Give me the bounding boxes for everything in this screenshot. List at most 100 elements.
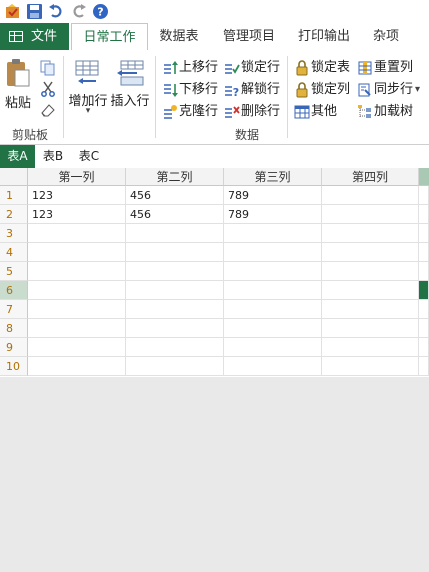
copy-icon[interactable] [40,60,56,76]
row-header[interactable]: 1 [0,186,28,205]
grid-cell[interactable]: 456 [126,186,224,205]
grid-cell[interactable] [322,281,419,300]
data-group-label: 数据 [235,128,260,142]
paste-button[interactable]: 粘贴 [3,56,33,116]
grid-cell[interactable] [224,319,322,338]
row-header[interactable]: 4 [0,243,28,262]
row-header[interactable]: 9 [0,338,28,357]
grid-cell-partial[interactable] [419,262,429,281]
sync-row-icon [357,82,373,98]
grid-cell[interactable] [322,262,419,281]
sheet-tab-b[interactable]: 表B [38,145,68,168]
row-header[interactable]: 3 [0,224,28,243]
app-icon[interactable] [4,3,21,20]
paste-icon [7,59,30,87]
grid-cell[interactable] [126,319,224,338]
grid-cell[interactable]: 789 [224,205,322,224]
grid-cell-partial[interactable] [419,186,429,205]
grid-cell[interactable] [28,319,126,338]
dropdown-arrow-icon[interactable]: ▾ [415,80,420,100]
grid-cell[interactable] [126,281,224,300]
column-header[interactable]: 第二列 [126,168,224,186]
grid-cell[interactable] [126,300,224,319]
grid-cell[interactable] [224,338,322,357]
grid-cell-partial[interactable] [419,243,429,262]
grid-cell[interactable] [224,357,322,376]
help-icon[interactable]: ? [92,3,109,20]
tab-datasheet[interactable]: 数据表 [155,23,203,50]
grid-cell-partial[interactable] [419,300,429,319]
row-header[interactable]: 7 [0,300,28,319]
delete-row-icon [224,104,240,120]
grid-cell[interactable]: 123 [28,205,126,224]
grid-cell-partial[interactable] [419,205,429,224]
insert-row-button[interactable]: 插入行 [110,56,150,122]
selected-row-marker[interactable] [419,281,429,300]
grid-cell[interactable] [224,262,322,281]
grid-cell[interactable]: 456 [126,205,224,224]
add-row-icon [75,60,99,84]
tab-daily-work[interactable]: 日常工作 [71,23,148,52]
tab-print-output[interactable]: 打印输出 [293,23,355,50]
redo-icon[interactable] [70,3,87,20]
grid-cell[interactable] [322,338,419,357]
column-header[interactable]: 第三列 [224,168,322,186]
grid-cell[interactable] [322,243,419,262]
grid-cell[interactable] [322,319,419,338]
grid-cell[interactable] [322,224,419,243]
row-header[interactable]: 2 [0,205,28,224]
grid-cell[interactable] [28,281,126,300]
grid-cell[interactable] [126,262,224,281]
grid-cell[interactable] [322,300,419,319]
grid-cell-partial[interactable] [419,224,429,243]
grid-cell[interactable] [322,205,419,224]
lock-icon [294,82,310,98]
group-divider [63,56,64,138]
grid-cell[interactable] [322,186,419,205]
tab-file[interactable]: 文件 [0,23,69,50]
row-header[interactable]: 8 [0,319,28,338]
grid-cell[interactable] [224,300,322,319]
sheet-tab-bar: 表A 表B 表C [0,145,429,169]
reset-column-icon [357,60,373,76]
sheet-tab-a[interactable]: 表A [0,145,35,168]
grid-cell[interactable] [126,357,224,376]
table-icon [9,31,23,42]
grid-cell[interactable] [28,338,126,357]
grid-cell-partial[interactable] [419,357,429,376]
add-row-button[interactable]: 增加行 ▾ [68,56,108,122]
column-header-partial[interactable] [419,168,429,186]
save-icon[interactable] [26,3,43,20]
grid-cell[interactable] [28,224,126,243]
grid-cell[interactable] [126,224,224,243]
grid-cell[interactable] [224,224,322,243]
group-divider [287,56,288,138]
eraser-icon[interactable] [40,102,56,118]
grid-cell[interactable]: 123 [28,186,126,205]
grid-cell-partial[interactable] [419,319,429,338]
row-header[interactable]: 5 [0,262,28,281]
grid-cell[interactable] [322,357,419,376]
grid-cell[interactable]: 789 [224,186,322,205]
cut-icon[interactable] [40,81,56,97]
row-header[interactable]: 10 [0,357,28,376]
grid-cell[interactable] [126,243,224,262]
tab-manage-project[interactable]: 管理项目 [218,23,280,50]
table-grid-icon [294,104,310,120]
grid-corner[interactable] [0,168,28,186]
undo-icon[interactable] [48,3,65,20]
column-header[interactable]: 第一列 [28,168,126,186]
sheet-tab-c[interactable]: 表C [74,145,104,168]
row-header[interactable]: 6 [0,281,28,300]
grid-cell-partial[interactable] [419,338,429,357]
grid-cell[interactable] [126,338,224,357]
grid-cell[interactable] [224,243,322,262]
grid-cell[interactable] [28,357,126,376]
grid-cell[interactable] [224,281,322,300]
tab-misc[interactable]: 杂项 [368,23,404,50]
column-header[interactable]: 第四列 [322,168,419,186]
grid-cell[interactable] [28,300,126,319]
grid-cell[interactable] [28,243,126,262]
svg-text:?: ? [233,86,239,98]
grid-cell[interactable] [28,262,126,281]
